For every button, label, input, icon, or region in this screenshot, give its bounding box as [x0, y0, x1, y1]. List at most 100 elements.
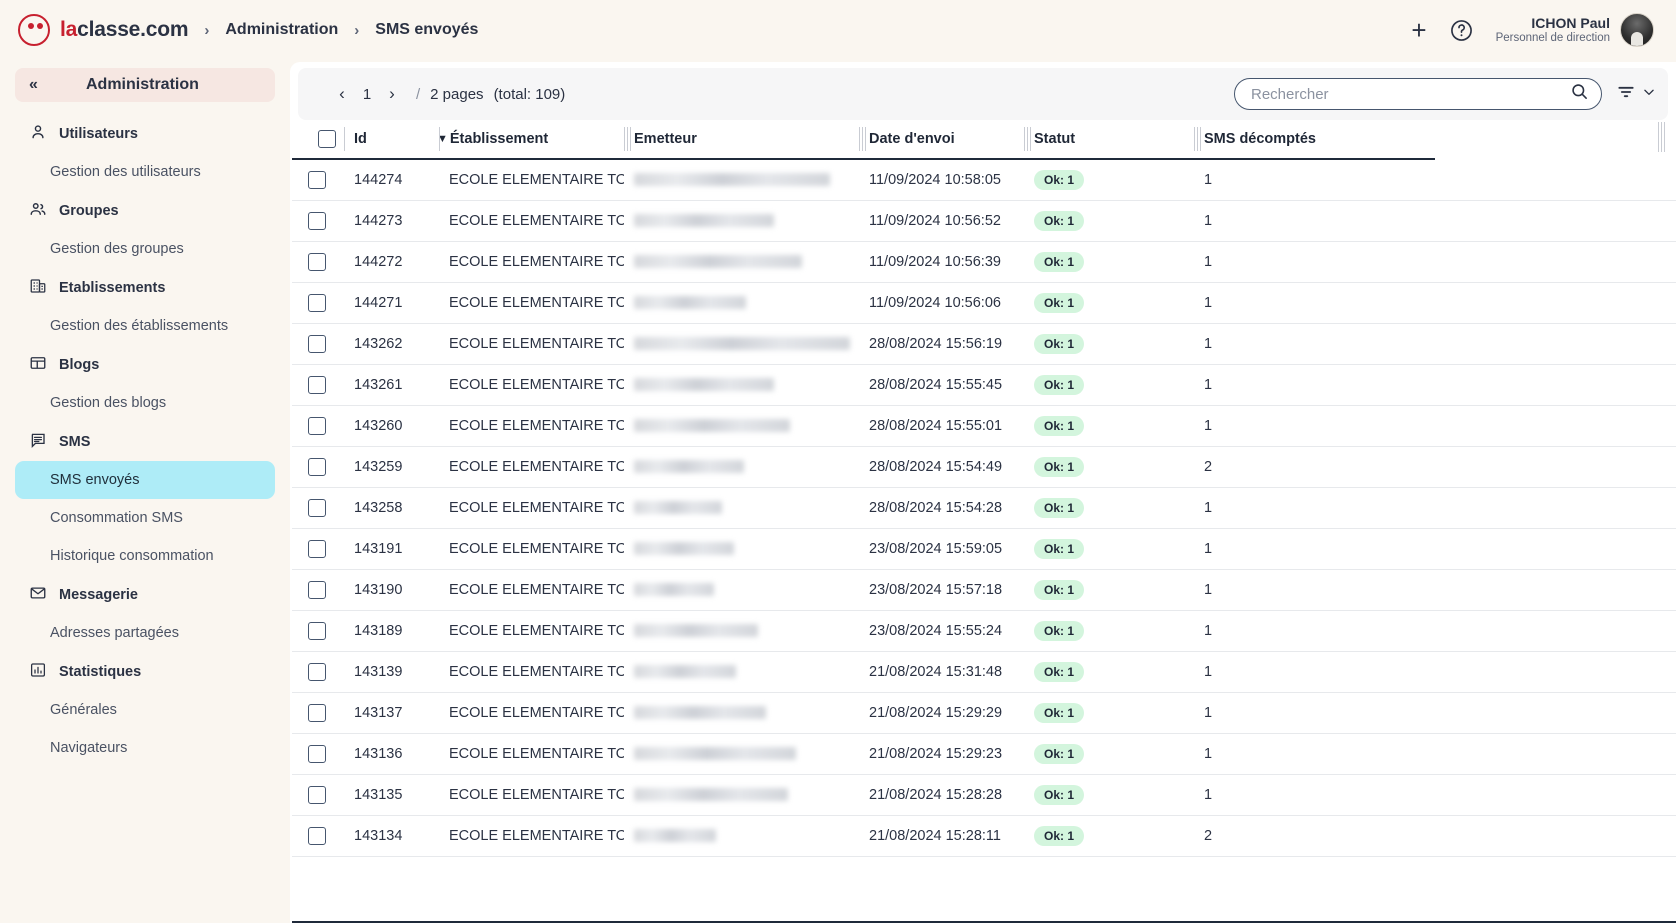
column-header-emetteur[interactable]: Emetteur [624, 120, 859, 160]
column-resize-grip[interactable] [859, 127, 866, 151]
sidebar-item-statistiques[interactable]: Statistiques [15, 652, 275, 691]
row-checkbox[interactable] [308, 211, 326, 230]
filter-button[interactable] [1616, 82, 1656, 107]
collapse-sidebar-icon[interactable]: « [29, 76, 38, 94]
row-checkbox[interactable] [308, 375, 326, 394]
sidebar-item-utilisateurs[interactable]: Utilisateurs [15, 114, 275, 153]
column-header-id[interactable]: Id [344, 120, 439, 160]
table-row[interactable]: 143260 ECOLE ELEMENTAIRE TON 28/08/2024 15… [292, 405, 1676, 446]
table-row[interactable]: 143134 ECOLE ELEMENTAIRE TON 21/08/2024 15… [292, 815, 1676, 856]
cell-id: 144271 [354, 294, 403, 311]
table-row[interactable]: 144273 ECOLE ELEMENTAIRE TON 11/09/2024 10… [292, 200, 1676, 241]
row-checkbox[interactable] [308, 580, 326, 599]
sidebar-subitem-gestion-des-établissements[interactable]: Gestion des établissements [15, 307, 275, 345]
column-header-etablissement-label: Établissement [449, 131, 549, 147]
column-resize-grip[interactable] [1194, 127, 1201, 151]
cell-date-envoi: 21/08/2024 15:31:48 [869, 663, 1003, 680]
table-row[interactable]: 143190 ECOLE ELEMENTAIRE TON 23/08/2024 15… [292, 569, 1676, 610]
table-row[interactable]: 143262 ECOLE ELEMENTAIRE TON 28/08/2024 15… [292, 323, 1676, 364]
row-checkbox[interactable] [308, 662, 326, 681]
column-header-etablissement[interactable]: ▼ Établissement [437, 120, 624, 160]
table-row[interactable]: 144271 ECOLE ELEMENTAIRE TON 11/09/2024 10… [292, 282, 1676, 323]
sidebar-subitem-gestion-des-blogs[interactable]: Gestion des blogs [15, 384, 275, 422]
column-resize-grip[interactable] [624, 127, 631, 151]
table-row[interactable]: 144272 ECOLE ELEMENTAIRE TON 11/09/2024 10… [292, 241, 1676, 282]
redacted-emetteur [634, 747, 796, 761]
table-row[interactable]: 143191 ECOLE ELEMENTAIRE TON 23/08/2024 15… [292, 528, 1676, 569]
table-row[interactable]: 143137 ECOLE ELEMENTAIRE TON 21/08/2024 15… [292, 692, 1676, 733]
table-row[interactable]: 143259 ECOLE ELEMENTAIRE TON 28/08/2024 15… [292, 446, 1676, 487]
sidebar-item-blogs[interactable]: Blogs [15, 345, 275, 384]
sidebar-subitem-gestion-des-groupes[interactable]: Gestion des groupes [15, 230, 275, 268]
table-row[interactable]: 144274 ECOLE ELEMENTAIRE TON 11/09/2024 10… [292, 159, 1676, 200]
sidebar-item-etablissements[interactable]: Etablissements [15, 268, 275, 307]
table-row[interactable]: 143189 ECOLE ELEMENTAIRE TON 23/08/2024 15… [292, 610, 1676, 651]
row-checkbox[interactable] [308, 457, 326, 476]
prev-page-button[interactable]: ‹ [328, 80, 356, 108]
select-all-checkbox[interactable] [318, 130, 336, 148]
current-page-input[interactable]: 1 [356, 86, 378, 103]
column-header-sms-decomptes[interactable]: SMS décomptés [1194, 120, 1435, 160]
status-badge: Ok: 1 [1034, 415, 1085, 436]
table-row[interactable]: 143261 ECOLE ELEMENTAIRE TON 28/08/2024 15… [292, 364, 1676, 405]
sidebar-subitem-adresses-partagées[interactable]: Adresses partagées [15, 614, 275, 652]
row-checkbox[interactable] [308, 293, 326, 312]
sidebar-subitem-label: Générales [50, 702, 117, 718]
cell-statut: Ok: 1 [1024, 282, 1194, 323]
row-checkbox[interactable] [308, 703, 326, 722]
table-row[interactable]: 143135 ECOLE ELEMENTAIRE TON 21/08/2024 15… [292, 774, 1676, 815]
users-icon [29, 200, 47, 222]
status-badge: Ok: 1 [1034, 825, 1085, 846]
table-row[interactable]: 143136 ECOLE ELEMENTAIRE TON 21/08/2024 15… [292, 733, 1676, 774]
row-checkbox[interactable] [308, 416, 326, 435]
status-badge: Ok: 1 [1034, 538, 1085, 559]
row-checkbox[interactable] [308, 334, 326, 353]
sidebar-subitem-navigateurs[interactable]: Navigateurs [15, 729, 275, 767]
search-box[interactable] [1234, 78, 1602, 110]
chevron-down-icon[interactable] [1642, 85, 1656, 104]
row-checkbox[interactable] [308, 744, 326, 763]
cell-spacer [1435, 569, 1676, 610]
row-checkbox[interactable] [308, 252, 326, 271]
status-badge: Ok: 1 [1034, 743, 1085, 764]
row-select-cell [292, 200, 344, 241]
breadcrumb-administration[interactable]: Administration [225, 21, 338, 39]
column-resize-grip[interactable] [1024, 127, 1031, 151]
next-page-button[interactable]: › [378, 80, 406, 108]
table-row[interactable]: 143139 ECOLE ELEMENTAIRE TON 21/08/2024 15… [292, 651, 1676, 692]
column-resize-handle[interactable] [1658, 122, 1667, 152]
search-icon[interactable] [1570, 82, 1589, 106]
sidebar-subitem-sms-envoyés[interactable]: SMS envoyés [15, 461, 275, 499]
sidebar-item-groupes[interactable]: Groupes [15, 191, 275, 230]
row-checkbox[interactable] [308, 621, 326, 640]
row-checkbox[interactable] [308, 498, 326, 517]
user-menu[interactable]: ICHON Paul Personnel de direction [1496, 13, 1654, 47]
row-checkbox[interactable] [308, 785, 326, 804]
user-name: ICHON Paul [1531, 14, 1610, 31]
row-checkbox[interactable] [308, 826, 326, 845]
sidebar-item-sms[interactable]: SMS [15, 422, 275, 461]
cell-date-envoi: 28/08/2024 15:55:01 [869, 417, 1003, 434]
breadcrumb-sms-envoyes[interactable]: SMS envoyés [375, 21, 478, 39]
row-checkbox[interactable] [308, 539, 326, 558]
column-header-statut[interactable]: Statut [1024, 120, 1194, 160]
cell-statut: Ok: 1 [1024, 774, 1194, 815]
help-icon[interactable] [1449, 18, 1474, 43]
filter-icon[interactable] [1616, 82, 1636, 107]
sidebar-subitem-historique-consommation[interactable]: Historique consommation [15, 537, 275, 575]
brand-logo[interactable]: laclasse.com [18, 14, 189, 46]
sidebar-subitem-générales[interactable]: Générales [15, 691, 275, 729]
column-header-date[interactable]: Date d'envoi [859, 120, 1024, 160]
row-checkbox[interactable] [308, 170, 326, 189]
table-scroll-area[interactable]: Id ▼ Établissement Emetteur Date d'envoi… [292, 120, 1676, 923]
sidebar-item-messagerie[interactable]: Messagerie [15, 575, 275, 614]
sidebar-subitem-gestion-des-utilisateurs[interactable]: Gestion des utilisateurs [15, 153, 275, 191]
row-select-cell [292, 446, 344, 487]
cell-statut: Ok: 1 [1024, 815, 1194, 856]
avatar[interactable] [1620, 13, 1654, 47]
sidebar-subitem-consommation-sms[interactable]: Consommation SMS [15, 499, 275, 537]
search-input[interactable] [1251, 85, 1570, 103]
table-row[interactable]: 143258 ECOLE ELEMENTAIRE TON 28/08/2024 15… [292, 487, 1676, 528]
add-icon[interactable]: + [1411, 17, 1426, 43]
cell-sms-decomptes: 1 [1204, 581, 1213, 598]
